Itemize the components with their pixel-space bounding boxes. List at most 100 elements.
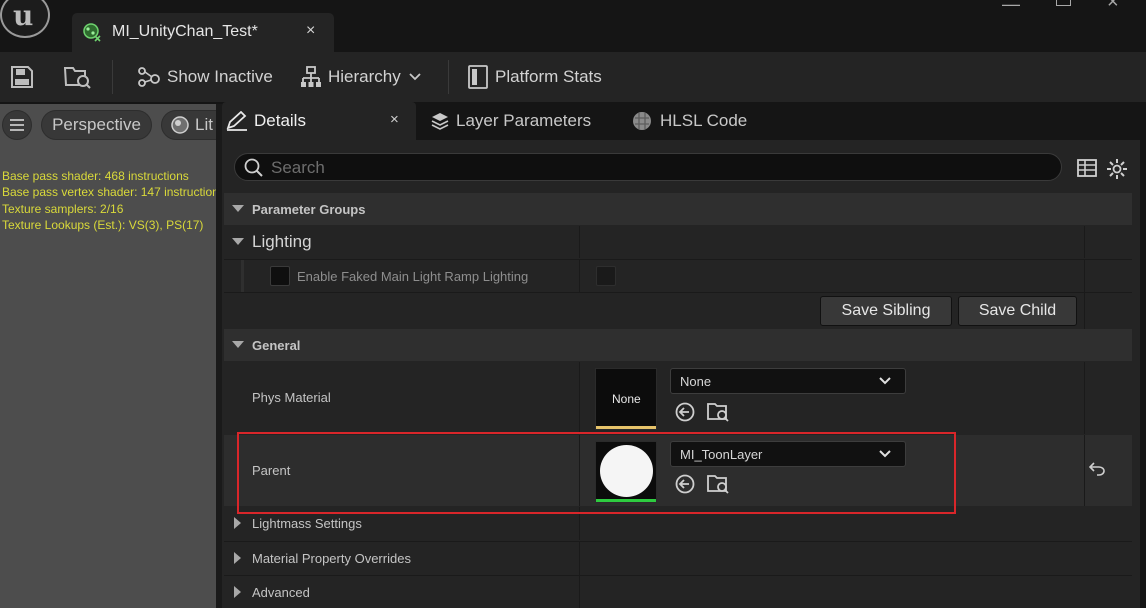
asset-type-bar: [596, 426, 656, 429]
table-view-icon[interactable]: [1077, 159, 1097, 177]
phys-thumbnail-text: None: [612, 392, 641, 406]
column-divider: [1084, 362, 1085, 434]
phys-material-thumbnail[interactable]: None: [595, 368, 657, 430]
search-icon: [244, 158, 263, 177]
collapse-caret-icon: [232, 341, 244, 348]
lit-sphere-icon: [171, 116, 189, 134]
details-panel: Search Parameter Groups Lighting Enable …: [222, 140, 1140, 608]
perspective-label: Perspective: [52, 115, 141, 134]
browse-icon[interactable]: [64, 64, 92, 90]
advanced-group[interactable]: Advanced: [224, 575, 1132, 608]
expand-caret-icon: [234, 586, 241, 598]
shader-stats: Base pass shader: 468 instructions Base …: [2, 168, 216, 233]
platform-stats-button[interactable]: Platform Stats: [467, 52, 602, 102]
browse-asset-icon[interactable]: [707, 401, 729, 423]
toolbar-separator: [112, 60, 113, 94]
hierarchy-icon: [301, 66, 321, 87]
enable-faked-value-checkbox[interactable]: [596, 266, 616, 286]
reset-to-default-icon[interactable]: [1089, 462, 1105, 476]
use-selected-icon[interactable]: [675, 402, 695, 422]
save-child-button[interactable]: Save Child: [958, 296, 1077, 326]
expand-caret-icon: [234, 517, 241, 529]
parameter-groups-label: Parameter Groups: [252, 202, 366, 217]
phys-material-label: Phys Material: [252, 390, 331, 405]
toolbar: Show Inactive Hierarchy Platform Stats: [0, 52, 1146, 102]
phys-material-row: Phys Material None None: [224, 362, 1132, 434]
close-tab-icon[interactable]: ×: [390, 111, 399, 128]
expand-caret-icon: [234, 552, 241, 564]
enable-faked-row: Enable Faked Main Light Ramp Lighting: [224, 259, 1132, 293]
stat-line: Texture Lookups (Est.): VS(3), PS(17): [2, 217, 204, 232]
general-header[interactable]: General: [224, 329, 1132, 361]
enable-faked-label: Enable Faked Main Light Ramp Lighting: [297, 269, 529, 284]
collapse-caret-icon: [232, 205, 244, 212]
save-icon[interactable]: [10, 65, 34, 89]
collapse-caret-icon: [232, 238, 244, 245]
tab-details-label: Details: [254, 111, 306, 130]
save-buttons-row: Save Sibling Save Child: [224, 292, 1132, 330]
column-divider: [579, 362, 580, 434]
minimize-icon[interactable]: —: [1002, 0, 1020, 15]
chevron-down-icon: [409, 73, 421, 81]
chevron-down-icon: [879, 377, 891, 385]
toolbar-separator: [448, 60, 449, 94]
maximize-icon[interactable]: [1056, 0, 1071, 6]
advanced-label: Advanced: [252, 585, 310, 600]
lighting-group[interactable]: Lighting: [224, 226, 1132, 258]
column-divider: [1084, 293, 1085, 330]
column-divider: [1084, 260, 1085, 293]
hamburger-icon: [10, 119, 24, 131]
tab-hlsl-code-label: HLSL Code: [660, 111, 748, 130]
tab-details[interactable]: Details ×: [222, 102, 416, 140]
tab-layer-parameters[interactable]: Layer Parameters: [430, 102, 591, 140]
gear-icon[interactable]: [1106, 158, 1128, 180]
platform-stats-label: Platform Stats: [495, 67, 602, 86]
perspective-button[interactable]: Perspective: [41, 110, 152, 140]
platform-stats-icon: [468, 65, 488, 89]
stat-line: Texture samplers: 2/16: [2, 201, 124, 216]
indent-bar: [241, 260, 244, 293]
column-divider: [579, 576, 580, 608]
stat-line: Base pass shader: 468 instructions: [2, 169, 189, 183]
hierarchy-nodes-icon: [138, 67, 160, 87]
search-placeholder: Search: [271, 158, 325, 177]
show-inactive-label: Show Inactive: [167, 67, 273, 86]
lightmass-settings-label: Lightmass Settings: [252, 516, 362, 531]
pencil-icon: [226, 111, 247, 131]
column-divider: [579, 542, 580, 575]
phys-material-combo[interactable]: None: [670, 368, 906, 394]
search-input[interactable]: Search: [234, 153, 1062, 181]
viewport-toolbar: Perspective Lit: [0, 104, 231, 146]
phys-material-value: None: [680, 374, 712, 389]
column-divider: [1084, 226, 1085, 258]
tab-layer-parameters-label: Layer Parameters: [456, 111, 592, 130]
parameter-groups-header[interactable]: Parameter Groups: [224, 193, 1132, 225]
material-property-overrides-label: Material Property Overrides: [252, 551, 411, 566]
document-tab-label: MI_UnityChan_Test*: [112, 23, 258, 40]
hierarchy-dropdown[interactable]: Hierarchy: [300, 52, 427, 102]
title-bar: u MI_UnityChan_Test* × — ×: [0, 0, 1146, 52]
lit-label: Lit: [195, 115, 213, 134]
general-label: General: [252, 338, 301, 353]
layers-icon: [431, 113, 449, 130]
panel-tab-bar: Details × Layer Parameters HLSL Code: [222, 102, 1146, 140]
material-preview-viewport[interactable]: Perspective Lit Base pass shader: 468 in…: [0, 104, 231, 608]
document-tab[interactable]: MI_UnityChan_Test* ×: [72, 13, 334, 52]
highlight-annotation: [237, 432, 956, 514]
hlsl-sphere-icon: [633, 112, 651, 130]
show-inactive-button[interactable]: Show Inactive: [137, 52, 273, 102]
viewport-menu-button[interactable]: [2, 110, 32, 140]
lighting-label: Lighting: [252, 232, 312, 251]
tab-hlsl-code[interactable]: HLSL Code: [632, 102, 747, 140]
save-sibling-button[interactable]: Save Sibling: [820, 296, 952, 326]
stat-line: Base pass vertex shader: 147 instruction…: [2, 185, 216, 200]
enable-faked-override-checkbox[interactable]: [270, 266, 290, 286]
window-close-icon[interactable]: ×: [1107, 0, 1119, 14]
column-divider: [579, 260, 580, 293]
close-tab-icon[interactable]: ×: [306, 22, 315, 40]
material-property-overrides-group[interactable]: Material Property Overrides: [224, 541, 1132, 575]
unreal-logo[interactable]: u: [0, 0, 50, 38]
material-instance-icon: [83, 23, 101, 42]
hierarchy-label: Hierarchy: [328, 67, 401, 86]
column-divider: [1084, 435, 1085, 506]
